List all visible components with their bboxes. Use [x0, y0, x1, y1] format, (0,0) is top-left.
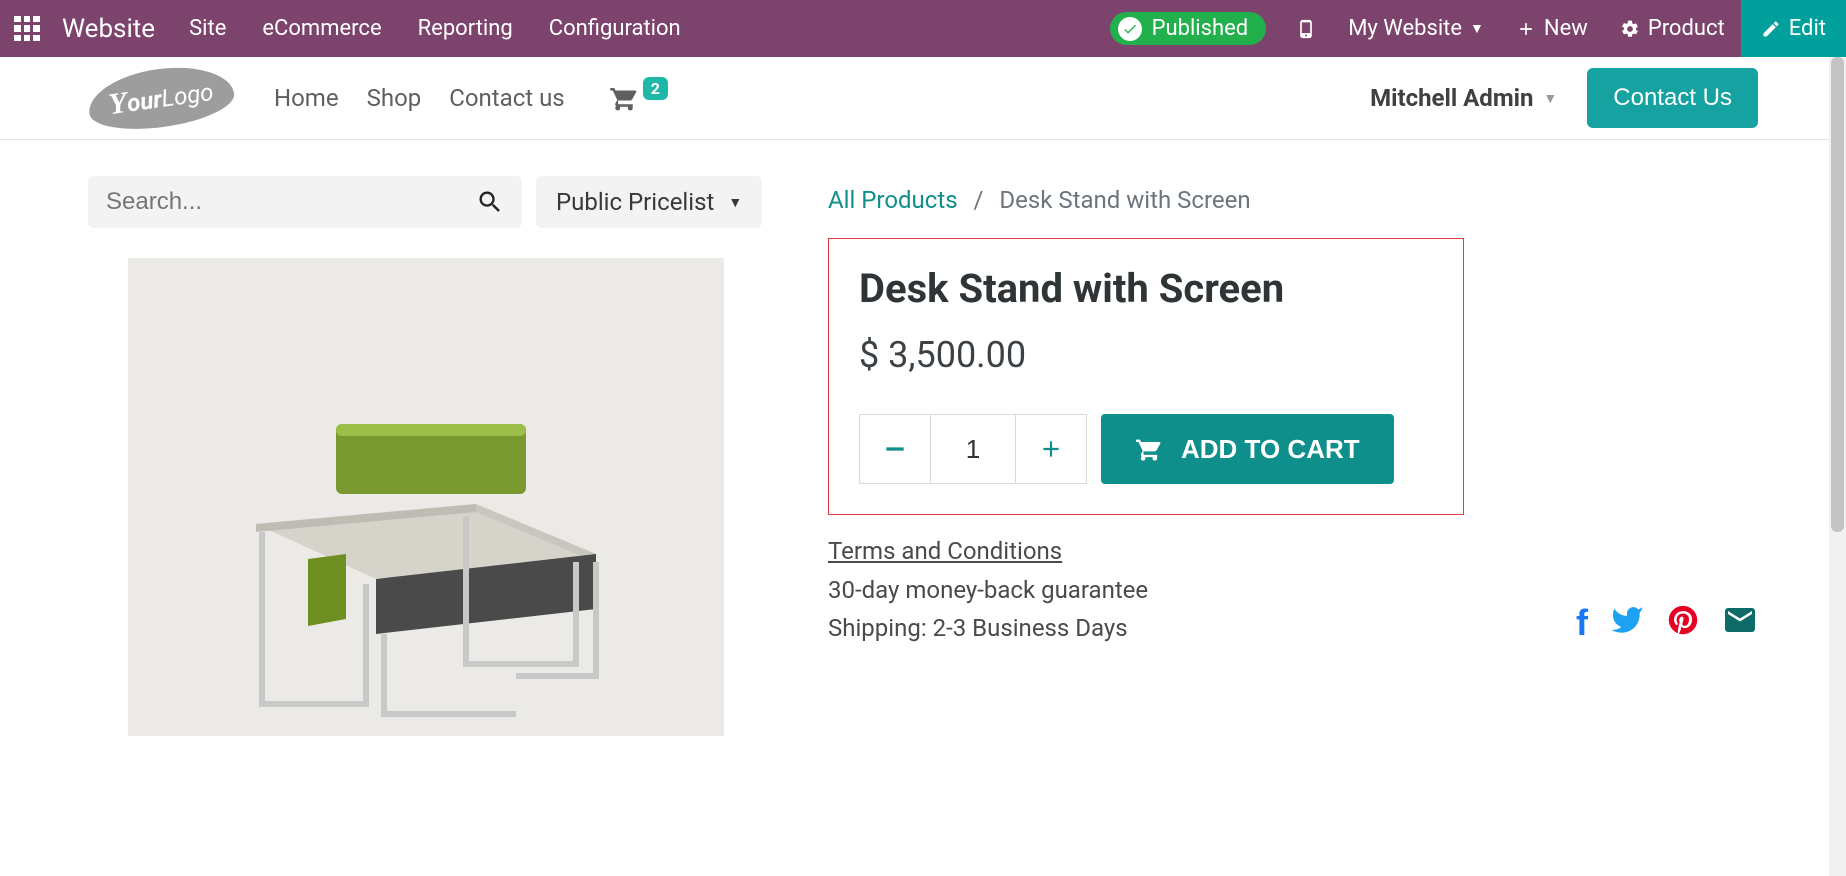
pricelist-dropdown[interactable]: Public Pricelist ▼	[536, 176, 762, 228]
terms-link[interactable]: Terms and Conditions	[828, 537, 1062, 565]
quantity-stepper	[859, 414, 1087, 484]
search-box[interactable]	[88, 176, 522, 228]
nav-shop[interactable]: Shop	[367, 84, 422, 112]
pricelist-label: Public Pricelist	[556, 188, 714, 216]
pinterest-icon[interactable]	[1666, 603, 1700, 643]
product-panel-highlight: Desk Stand with Screen $ 3,500.00 ADD TO…	[828, 238, 1464, 515]
add-to-cart-row: ADD TO CART	[859, 414, 1433, 484]
nav-home[interactable]: Home	[274, 84, 339, 112]
topnav-site[interactable]: Site	[189, 16, 226, 41]
app-brand[interactable]: Website	[62, 14, 155, 44]
email-icon[interactable]	[1722, 602, 1758, 644]
new-label: New	[1544, 16, 1588, 41]
my-website-dropdown[interactable]: My Website ▼	[1332, 0, 1500, 57]
qty-decrease-button[interactable]	[859, 414, 931, 484]
right-column: All Products / Desk Stand with Screen De…	[828, 176, 1758, 736]
search-input[interactable]	[106, 188, 476, 216]
catalog-toolbar: Public Pricelist ▼	[88, 176, 788, 228]
topbar-right: Published My Website ▼ New Product Edit	[1110, 0, 1846, 57]
user-name: Mitchell Admin	[1370, 84, 1533, 112]
site-logo[interactable]: YourLogo	[88, 69, 234, 127]
twitter-icon[interactable]	[1610, 603, 1644, 643]
breadcrumb-root[interactable]: All Products	[828, 186, 958, 214]
edit-label: Edit	[1789, 16, 1826, 41]
contact-us-button[interactable]: Contact Us	[1587, 68, 1758, 128]
mobile-preview-button[interactable]	[1280, 0, 1332, 57]
user-menu[interactable]: Mitchell Admin ▼	[1370, 84, 1557, 112]
site-nav: Home Shop Contact us	[274, 84, 565, 112]
site-header: YourLogo Home Shop Contact us 2 Mitchell…	[0, 57, 1846, 140]
breadcrumb-current: Desk Stand with Screen	[999, 186, 1250, 214]
topnav-configuration[interactable]: Configuration	[549, 16, 681, 41]
desk-illustration	[216, 404, 636, 724]
published-label: Published	[1152, 16, 1249, 41]
chevron-down-icon: ▼	[1543, 90, 1557, 107]
my-website-label: My Website	[1348, 16, 1462, 41]
cart-icon	[609, 83, 639, 113]
topnav-ecommerce[interactable]: eCommerce	[262, 16, 381, 41]
qty-increase-button[interactable]	[1015, 414, 1087, 484]
pencil-icon	[1761, 19, 1781, 39]
apps-icon[interactable]	[14, 16, 40, 42]
published-toggle[interactable]: Published	[1110, 12, 1267, 45]
cart-count-badge: 2	[643, 77, 668, 100]
product-terms: Terms and Conditions 30-day money-back g…	[828, 537, 1758, 648]
main-content: Public Pricelist ▼	[0, 140, 1846, 736]
share-icons: f	[1576, 602, 1758, 648]
chevron-down-icon: ▼	[1470, 20, 1484, 37]
edit-button[interactable]: Edit	[1741, 0, 1846, 57]
breadcrumb-sep: /	[974, 186, 984, 214]
product-image	[128, 258, 724, 736]
shipping-text: Shipping: 2-3 Business Days	[828, 609, 1148, 647]
check-icon	[1118, 17, 1142, 41]
topnav-reporting[interactable]: Reporting	[418, 16, 513, 41]
nav-contactus[interactable]: Contact us	[449, 84, 564, 112]
scrollbar-thumb[interactable]	[1831, 57, 1844, 532]
facebook-icon[interactable]: f	[1576, 602, 1588, 644]
chevron-down-icon: ▼	[728, 194, 742, 211]
breadcrumb: All Products / Desk Stand with Screen	[828, 186, 1758, 214]
add-to-cart-label: ADD TO CART	[1181, 434, 1360, 465]
product-price: $ 3,500.00	[859, 334, 1433, 376]
minus-icon	[882, 436, 908, 462]
cart-link[interactable]: 2	[609, 83, 668, 113]
admin-topbar: Website Site eCommerce Reporting Configu…	[0, 0, 1846, 57]
left-column: Public Pricelist ▼	[88, 176, 788, 736]
gear-icon	[1620, 19, 1640, 39]
qty-input[interactable]	[931, 414, 1015, 484]
product-button[interactable]: Product	[1604, 0, 1741, 57]
plus-icon	[1516, 19, 1536, 39]
search-icon[interactable]	[476, 188, 504, 216]
top-nav: Site eCommerce Reporting Configuration	[189, 16, 681, 41]
plus-icon	[1038, 436, 1064, 462]
guarantee-text: 30-day money-back guarantee	[828, 571, 1148, 609]
cart-icon	[1135, 435, 1163, 463]
add-to-cart-button[interactable]: ADD TO CART	[1101, 414, 1394, 484]
scrollbar[interactable]	[1829, 57, 1846, 876]
mobile-icon	[1296, 19, 1316, 39]
new-button[interactable]: New	[1500, 0, 1604, 57]
product-label: Product	[1648, 16, 1725, 41]
product-title: Desk Stand with Screen	[859, 265, 1433, 312]
